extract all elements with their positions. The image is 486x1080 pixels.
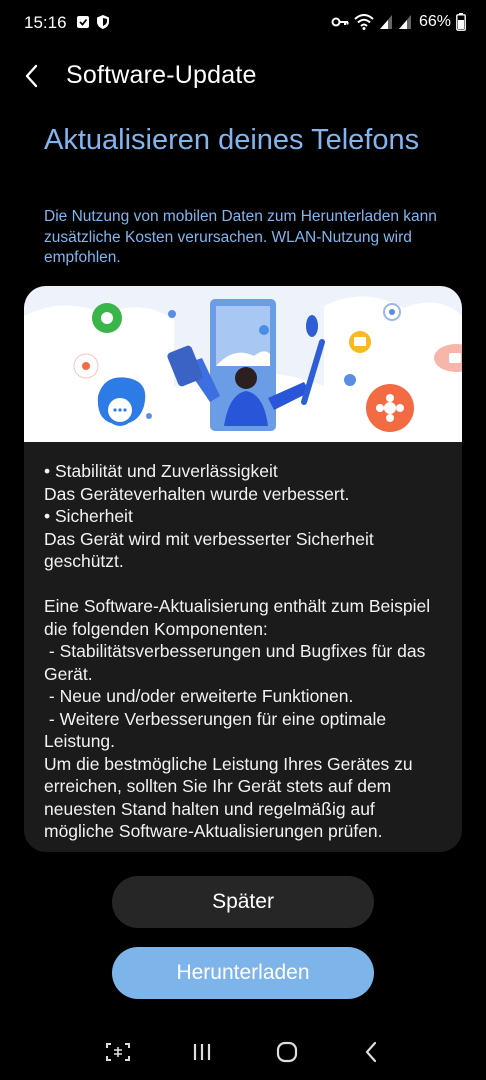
update-illustration (24, 286, 462, 442)
recent-apps-screenshot-icon[interactable] (104, 1040, 132, 1064)
status-notification-icons (76, 14, 110, 30)
home-icon[interactable] (273, 1040, 301, 1064)
page-title: Software-Update (66, 61, 257, 89)
signal-icon (398, 15, 411, 29)
status-system-icons: 66% (331, 13, 466, 31)
release-notes-card[interactable]: • Stabilität und Zuverlässigkeit Das Ger… (24, 286, 462, 852)
status-bar: 15:16 66% (0, 0, 486, 48)
app-header: Software-Update (0, 56, 486, 96)
download-button[interactable]: Herunterladen (112, 947, 374, 999)
battery-percentage: 66% (418, 13, 451, 30)
key-icon (331, 17, 349, 27)
later-button[interactable]: Später (112, 876, 374, 928)
status-time: 15:16 (24, 13, 67, 32)
wifi-icon (354, 14, 374, 30)
signal-icon (379, 15, 392, 29)
mobile-data-notice: Die Nutzung von mobilen Daten zum Herunt… (44, 208, 437, 266)
recents-icon[interactable] (188, 1040, 216, 1064)
chevron-left-icon[interactable] (20, 60, 48, 92)
back-icon[interactable] (358, 1040, 386, 1064)
navigation-bar (0, 1030, 486, 1074)
battery-icon (456, 13, 466, 31)
shield-icon (97, 15, 109, 29)
release-notes-text: • Stabilität und Zuverlässigkeit Das Ger… (44, 461, 431, 841)
update-headline: Aktualisieren deines Telefons (44, 124, 420, 156)
check-square-icon (77, 16, 89, 28)
